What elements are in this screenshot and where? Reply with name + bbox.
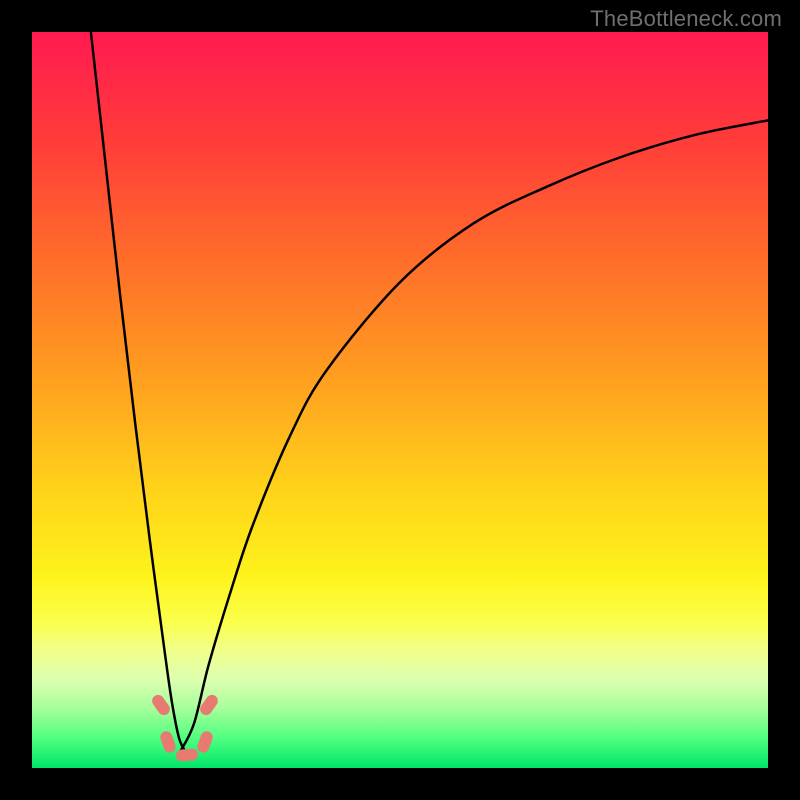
highlight-marker bbox=[175, 748, 198, 762]
watermark-text: TheBottleneck.com bbox=[590, 6, 782, 32]
chart-frame: TheBottleneck.com bbox=[0, 0, 800, 800]
curve-layer bbox=[32, 32, 768, 768]
right-bottleneck-curve bbox=[179, 120, 768, 753]
left-bottleneck-curve bbox=[91, 32, 187, 753]
plot-area bbox=[32, 32, 768, 768]
